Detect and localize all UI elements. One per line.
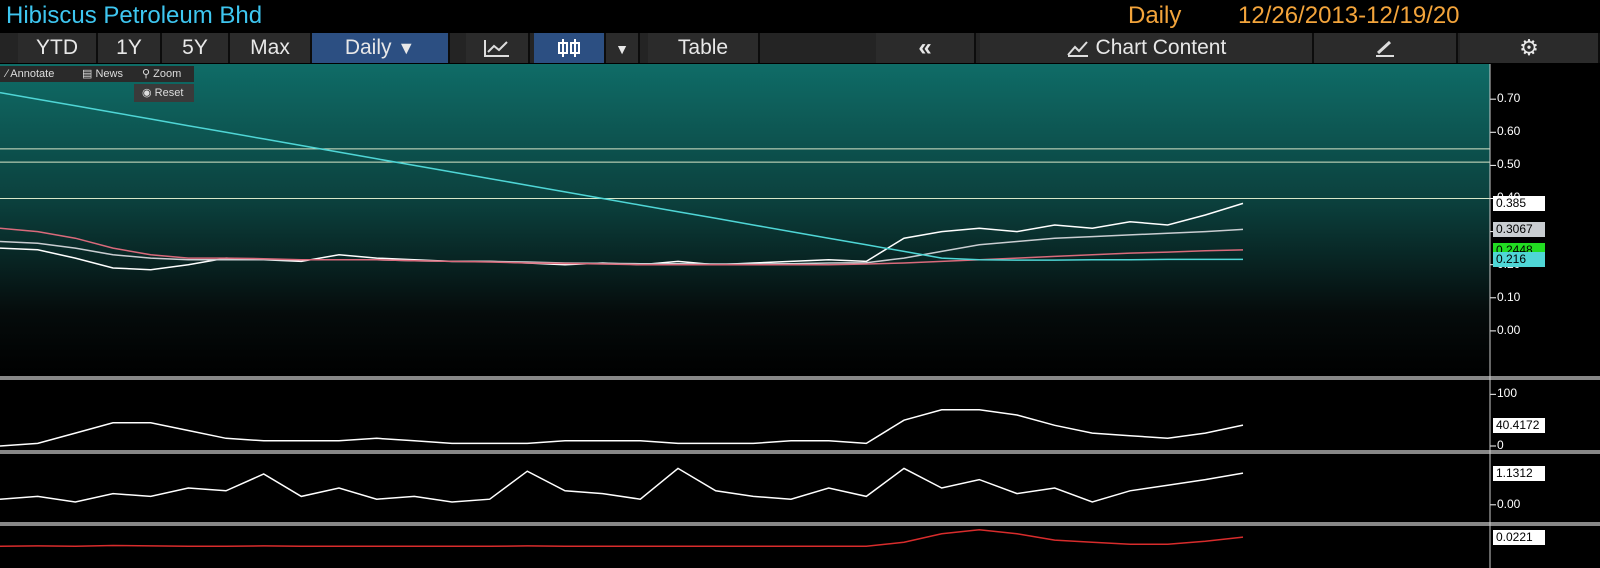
zoom-label: Zoom bbox=[153, 68, 182, 80]
title-bar: Hibiscus Petroleum Bhd Daily 12/26/2013-… bbox=[0, 0, 1600, 32]
chart-content-button[interactable]: Chart Content bbox=[980, 33, 1314, 63]
toolbar: YTD 1Y 5Y Max Daily ▼ ▼ Table « Chart Co… bbox=[0, 33, 1600, 63]
series-line bbox=[0, 409, 1244, 447]
edit-button[interactable] bbox=[1314, 33, 1458, 63]
max-button[interactable]: Max bbox=[230, 33, 312, 63]
y-tick-label: 0 bbox=[1497, 438, 1504, 452]
news-label: News bbox=[95, 68, 123, 80]
y-tick-label: 100 bbox=[1497, 386, 1518, 401]
radio-icon: ◉ bbox=[142, 87, 152, 99]
y-tick-label: 0.10 bbox=[1497, 289, 1521, 304]
caret-down-icon: ▼ bbox=[397, 38, 416, 58]
y-tick-label: 0.70 bbox=[1497, 91, 1521, 106]
ytd-button[interactable]: YTD bbox=[18, 33, 98, 63]
security-title: Hibiscus Petroleum Bhd bbox=[6, 2, 263, 29]
1y-button[interactable]: 1Y bbox=[98, 33, 162, 63]
news-button[interactable]: ▤ News bbox=[78, 66, 123, 82]
last-value-label: 0.3067 bbox=[1493, 222, 1545, 238]
settings-button[interactable]: ⚙ bbox=[1460, 33, 1600, 63]
news-icon: ▤ bbox=[82, 68, 93, 80]
candlestick-button[interactable] bbox=[534, 33, 606, 63]
last-value-label: 0.216 bbox=[1493, 252, 1545, 268]
series-line bbox=[0, 528, 1244, 548]
edit-icon bbox=[1376, 41, 1394, 58]
line-chart-button[interactable] bbox=[466, 33, 530, 63]
range-frequency: Daily bbox=[1128, 2, 1182, 29]
frequency-label: Daily bbox=[344, 36, 392, 59]
date-range[interactable]: 12/26/2013-12/19/20 bbox=[1238, 2, 1460, 30]
pencil-icon: ∕ bbox=[6, 68, 8, 80]
chart-content-icon bbox=[1066, 41, 1088, 58]
zoom-button[interactable]: ⚲ Zoom bbox=[138, 66, 181, 82]
annotate-label: Annotate bbox=[10, 68, 55, 80]
chart-content-label: Chart Content bbox=[1095, 36, 1227, 59]
y-tick-label: 0.00 bbox=[1497, 496, 1521, 511]
series-line bbox=[0, 228, 1244, 265]
y-tick-label: 0.50 bbox=[1497, 157, 1521, 172]
last-value-label: 40.4172 bbox=[1493, 418, 1545, 434]
double-chevron-left-icon: « bbox=[918, 34, 932, 61]
annotate-button[interactable]: ∕ Annotate bbox=[2, 66, 54, 82]
last-value-label: 0.385 bbox=[1493, 196, 1545, 212]
mini-toolbar: ∕ Annotate ▤ News ⚲ Zoom bbox=[0, 66, 194, 82]
collapse-button[interactable]: « bbox=[876, 33, 976, 63]
y-tick-label: 0.60 bbox=[1497, 124, 1521, 139]
chart-type-dropdown[interactable]: ▼ bbox=[606, 33, 640, 63]
magnifier-icon: ⚲ bbox=[142, 68, 151, 80]
frequency-dropdown[interactable]: Daily ▼ bbox=[312, 33, 450, 63]
reset-label: Reset bbox=[154, 87, 184, 99]
reset-button[interactable]: ◉ Reset bbox=[134, 84, 194, 102]
last-value-label: 0.0221 bbox=[1493, 530, 1545, 546]
series-line bbox=[0, 91, 1243, 261]
gear-icon: ⚙ bbox=[1519, 35, 1539, 60]
candlestick-icon bbox=[558, 39, 580, 58]
caret-down-icon: ▼ bbox=[615, 41, 629, 57]
chart-area[interactable] bbox=[0, 64, 1600, 568]
5y-button[interactable]: 5Y bbox=[162, 33, 230, 63]
line-chart-icon bbox=[484, 40, 509, 58]
y-tick-label: 0.00 bbox=[1497, 322, 1521, 337]
chart-svg[interactable] bbox=[0, 64, 1600, 568]
last-value-label: 1.1312 bbox=[1493, 466, 1545, 482]
table-button[interactable]: Table bbox=[648, 33, 760, 63]
series-line bbox=[0, 467, 1244, 503]
